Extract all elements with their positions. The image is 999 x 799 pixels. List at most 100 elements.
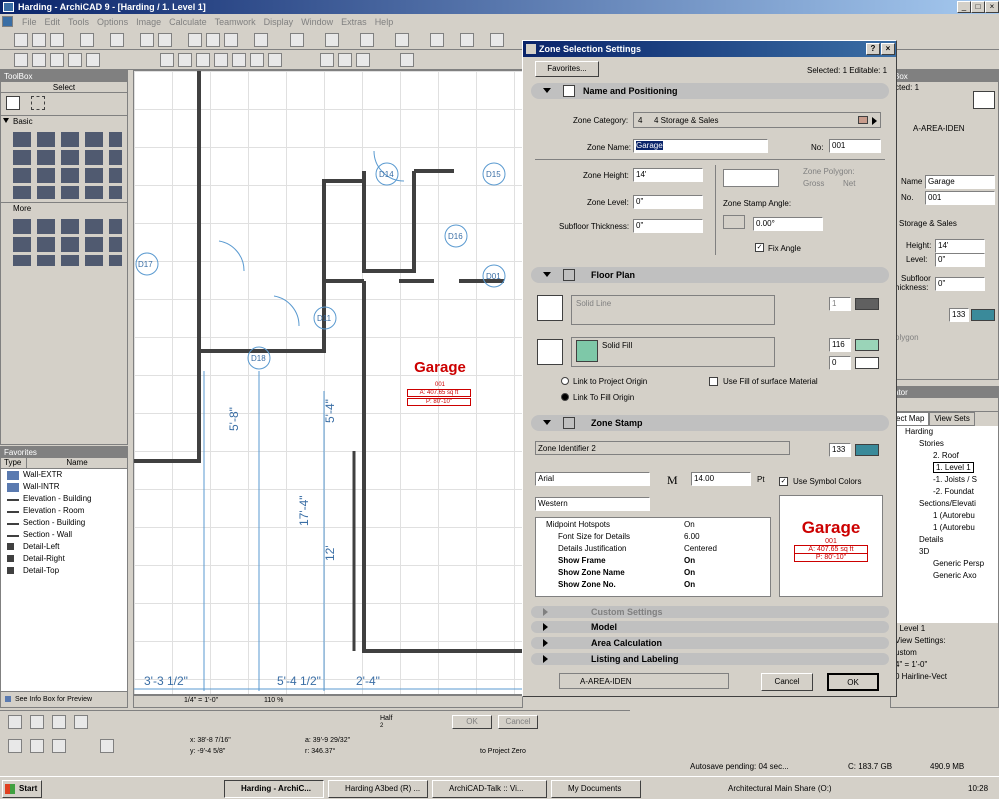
print-icon[interactable] [80,33,94,47]
script-select[interactable]: Western [535,497,650,511]
basic-section-label[interactable]: Basic [1,115,127,126]
tree-item[interactable]: Details [891,534,998,546]
fill-pen-input[interactable]: 116 [829,338,851,352]
control-ok-button[interactable]: OK [452,715,492,729]
story-down-icon[interactable] [86,53,100,67]
zone-no-input[interactable]: 001 [829,139,881,153]
library-icon[interactable] [400,53,414,67]
arrow-tool-icon[interactable] [6,96,20,110]
redo-icon[interactable] [158,33,172,47]
new-icon[interactable] [14,33,28,47]
use-fill-surface-checkbox[interactable] [709,377,718,386]
task-archicad-talk[interactable]: ArchiCAD-Talk :: Vi... [432,780,547,798]
menu-calculate[interactable]: Calculate [165,17,211,27]
fill-pen-swatch[interactable] [855,339,879,351]
pencil-icon[interactable] [290,33,304,47]
bisector-tool-icon[interactable] [74,715,88,729]
line-pen-input[interactable]: 1 [829,297,851,311]
arrow-icon[interactable] [490,33,504,47]
favorite-item[interactable]: Detail-Top [1,565,127,577]
favorite-item[interactable]: Detail-Left [1,541,127,553]
info-category[interactable]: Storage & Sales [899,219,957,228]
tree-item[interactable]: Harding [891,426,998,438]
info-subfloor-field[interactable]: 0" [935,277,985,291]
menu-extras[interactable]: Extras [337,17,371,27]
undo-icon[interactable] [140,33,154,47]
param-row[interactable]: Font Size for Details 6.00 [536,530,770,542]
menu-help[interactable]: Help [371,17,398,27]
section-listing-labeling[interactable]: Listing and Labeling [531,653,889,665]
tree-item[interactable]: -2. Foundat [891,486,998,498]
section-zone-stamp[interactable]: Zone Stamp [531,415,889,431]
menu-edit[interactable]: Edit [41,17,65,27]
dialog-help-button[interactable]: ? [866,43,880,55]
close-button[interactable]: × [985,1,999,13]
fill-bg-pen-swatch[interactable] [855,357,879,369]
cross-tool-icon[interactable] [8,739,22,753]
tree-item[interactable]: 2. Roof [891,450,998,462]
section-floor-plan[interactable]: Floor Plan [531,267,889,283]
info-name-field[interactable]: Garage [925,175,995,189]
zone-category-select[interactable]: 4 4 Storage & Sales [633,112,881,128]
zone-height-input[interactable]: 14' [633,168,703,182]
tree-item[interactable]: -1. Joists / S [891,474,998,486]
lock-icon[interactable] [50,53,64,67]
info-no-field[interactable]: 001 [925,191,995,205]
to-project-zero-label[interactable]: to Project Zero [480,748,526,755]
roof-icon[interactable] [338,53,352,67]
cut-icon[interactable] [188,33,202,47]
paste-icon[interactable] [224,33,238,47]
task-harding-a3bed[interactable]: Harding A3bed (R) ... [328,780,428,798]
half-label[interactable]: Half [380,715,392,722]
zoom-readout[interactable]: 110 % [264,697,283,704]
tree-item[interactable]: Stories [891,438,998,450]
document-icon[interactable] [2,16,13,27]
menu-options[interactable]: Options [93,17,132,27]
open-icon[interactable] [32,33,46,47]
info-height-field[interactable]: 14' [935,239,985,253]
stamp-pen-input[interactable]: 133 [829,443,851,457]
basic-collapse-icon[interactable] [3,118,9,123]
fix-angle-checkbox[interactable]: ✓ [755,243,764,252]
favorite-item[interactable]: Section - Wall [1,529,127,541]
floor-plan-canvas[interactable]: D14 D15 D16 D17 D11 D18 D01 5'-8" 5'-4" … [133,70,523,695]
more-tools-grid[interactable] [7,216,122,266]
subfloor-input[interactable]: 0" [633,219,703,233]
favorite-item[interactable]: Section - Building [1,517,127,529]
param-row[interactable]: Details Justification Centered [536,542,770,554]
menu-display[interactable]: Display [260,17,298,27]
zone-name-input[interactable]: Garage [633,139,768,153]
marquee-tool-icon[interactable] [31,96,45,110]
col-name-header[interactable]: Name [27,458,127,468]
tree-item[interactable]: 1 (Autorebu [891,510,998,522]
info-icon[interactable] [250,53,264,67]
zone-stamp-name[interactable]: Garage [406,359,474,376]
param-row[interactable]: Midpoint Hotspots On [536,518,770,530]
fill-type-select[interactable]: Solid Fill [571,337,775,367]
plot-icon[interactable] [110,33,124,47]
menu-window[interactable]: Window [297,17,337,27]
section-area-calculation[interactable]: Area Calculation [531,637,889,649]
detail-icon[interactable] [430,33,444,47]
plan-icon[interactable] [160,53,174,67]
zone-identifier-select[interactable]: Zone Identifier 2 [535,441,790,455]
layer-icon[interactable] [14,53,28,67]
zone-tool-icon[interactable] [973,91,995,109]
favorite-item[interactable]: Wall-INTR [1,481,127,493]
nav-custom[interactable]: ustom [891,647,998,659]
grid-snap-icon[interactable] [30,739,44,753]
tree-item[interactable]: Generic Persp [891,558,998,570]
archicad-app-icon[interactable] [3,2,14,12]
basic-tools-grid[interactable] [7,129,122,199]
menu-image[interactable]: Image [132,17,165,27]
layout-icon[interactable] [460,33,474,47]
favorite-item[interactable]: Detail-Right [1,553,127,565]
angle-tool-icon[interactable] [30,715,44,729]
col-type-header[interactable]: Type [1,458,27,468]
tree-item[interactable]: 1 (Autorebu [891,522,998,534]
nav-pen-set[interactable]: 0 Hairline-Vect [891,671,998,683]
mesh-icon[interactable] [356,53,370,67]
plus-icon[interactable] [100,739,114,753]
favorite-item[interactable]: Elevation - Room [1,505,127,517]
line-type-select[interactable]: Solid Line [571,295,775,325]
